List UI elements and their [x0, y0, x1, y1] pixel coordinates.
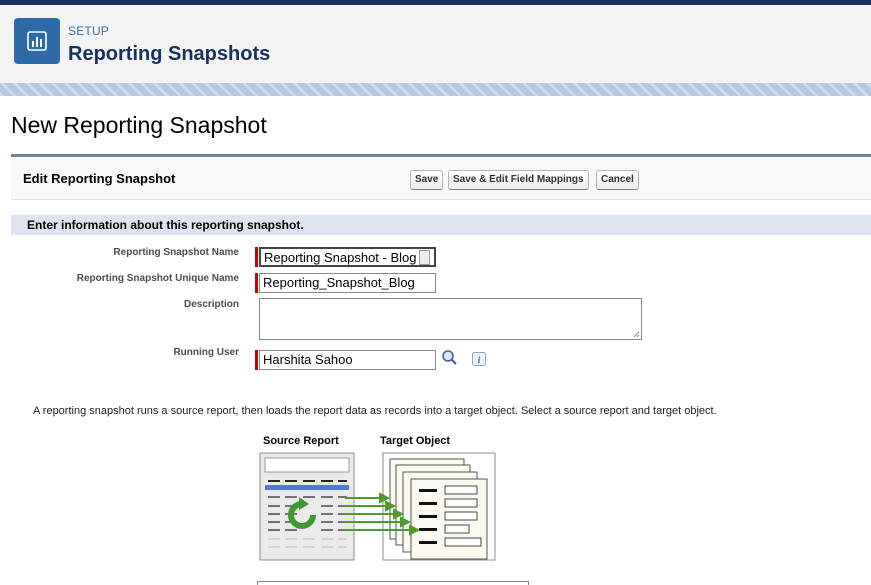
- snapshot-name-value: Reporting Snapshot - Blog: [264, 250, 417, 265]
- edit-panel: Edit Reporting Snapshot Save Save & Edit…: [11, 154, 871, 585]
- resize-handle-icon[interactable]: [633, 331, 640, 338]
- required-indicator: [255, 273, 258, 293]
- lookup-magnifier-icon[interactable]: [441, 350, 459, 366]
- info-icon[interactable]: i: [472, 352, 486, 366]
- section-title: Enter information about this reporting s…: [27, 218, 304, 232]
- info-text: A reporting snapshot runs a source repor…: [33, 405, 717, 417]
- running-user-label: Running User: [173, 347, 239, 358]
- running-user-value: Harshita Sahoo: [263, 352, 353, 367]
- description-label: Description: [183, 299, 239, 310]
- required-indicator: [255, 247, 258, 267]
- unique-name-input[interactable]: Reporting_Snapshot_Blog: [259, 273, 436, 293]
- unique-name-label: Reporting Snapshot Unique Name: [76, 273, 239, 284]
- snapshot-name-input[interactable]: Reporting Snapshot - Blog: [259, 247, 436, 267]
- snapshot-diagram: [259, 452, 496, 561]
- target-object-label: Target Object: [380, 435, 451, 447]
- save-edit-field-mappings-button[interactable]: Save & Edit Field Mappings: [448, 170, 589, 190]
- unique-name-value: Reporting_Snapshot_Blog: [263, 275, 415, 290]
- running-user-input[interactable]: Harshita Sahoo: [259, 350, 436, 370]
- description-textarea[interactable]: [259, 298, 642, 340]
- snapshot-name-label: Reporting Snapshot Name: [113, 247, 239, 258]
- page-title: New Reporting Snapshot: [11, 112, 267, 138]
- section-header: Enter information about this reporting s…: [11, 215, 871, 235]
- reports-chart-icon: [14, 18, 60, 64]
- header-pattern: [0, 83, 871, 96]
- save-button[interactable]: Save: [410, 170, 444, 190]
- required-indicator: [255, 350, 258, 370]
- setup-kicker[interactable]: SETUP: [68, 24, 109, 38]
- setup-title: Reporting Snapshots: [68, 43, 271, 65]
- panel-header: Edit Reporting Snapshot Save Save & Edit…: [11, 157, 871, 200]
- panel-title: Edit Reporting Snapshot: [23, 171, 176, 186]
- next-field-input[interactable]: [257, 581, 529, 585]
- cancel-button[interactable]: Cancel: [596, 170, 639, 190]
- source-report-label: Source Report: [263, 435, 339, 447]
- field-widget-icon: [419, 250, 430, 265]
